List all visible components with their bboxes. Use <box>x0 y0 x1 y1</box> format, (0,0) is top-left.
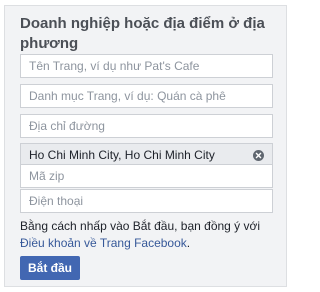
zip-code-input[interactable] <box>20 164 273 188</box>
city-input[interactable] <box>21 144 249 166</box>
get-started-button[interactable]: Bắt đầu <box>20 256 80 280</box>
page-category-input[interactable] <box>20 84 273 108</box>
facebook-pages-terms-link[interactable]: Điều khoản về Trang Facebook <box>20 236 187 250</box>
form-title: Doanh nghiệp hoặc địa điểm ở địa phương <box>20 15 265 52</box>
phone-input[interactable] <box>20 189 273 213</box>
street-address-input[interactable] <box>20 114 273 138</box>
agreement-period: . <box>186 236 191 250</box>
agreement-text: Bằng cách nhấp vào Bắt đầu, bạn đồng ý v… <box>20 219 261 233</box>
clear-icon[interactable] <box>253 150 264 161</box>
terms-agreement: Bằng cách nhấp vào Bắt đầu, bạn đồng ý v… <box>20 218 282 252</box>
page-name-input[interactable] <box>20 54 273 78</box>
local-business-form: Doanh nghiệp hoặc địa điểm ở địa phương … <box>4 5 287 287</box>
